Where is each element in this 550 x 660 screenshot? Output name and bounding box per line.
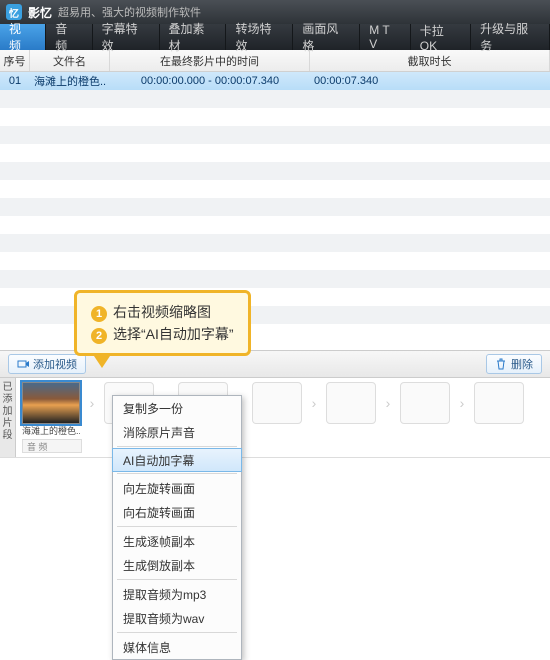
callout-line1: 右击视频缩略图 <box>113 304 211 320</box>
ctx-item-9[interactable]: 媒体信息 <box>113 635 241 659</box>
tab-0[interactable]: 视 频 <box>0 24 46 50</box>
step-badge-1: 1 <box>91 306 107 322</box>
clip-strip-area: 已添加片段 海滩上的橙色..›››››› 音 频 <box>0 378 550 458</box>
delete-label: 删除 <box>511 356 533 372</box>
cell-name: 海滩上的橙色.. <box>30 73 110 89</box>
tab-6[interactable]: M T V <box>360 24 411 50</box>
empty-row <box>0 252 550 270</box>
step-badge-2: 2 <box>91 328 107 344</box>
cell-dur: 00:00:07.340 <box>310 75 550 87</box>
clip-thumb-image[interactable] <box>22 382 80 424</box>
strip: 海滩上的橙色..›››››› 音 频 <box>16 378 550 457</box>
ctx-item-1[interactable]: 消除原片声音 <box>113 420 241 444</box>
clip-thumb[interactable]: 海滩上的橙色.. <box>22 382 80 437</box>
empty-row <box>0 216 550 234</box>
audio-track-label[interactable]: 音 频 <box>22 439 82 453</box>
col-filename: 文件名 <box>30 50 110 71</box>
empty-row <box>0 108 550 126</box>
tab-1[interactable]: 音 频 <box>46 24 92 50</box>
app-logo-icon: 忆 <box>6 4 22 20</box>
clip-thumb-caption: 海滩上的橙色.. <box>22 424 80 437</box>
ctx-item-8[interactable]: 提取音频为wav <box>113 606 241 630</box>
app-name: 影忆 <box>28 4 52 21</box>
ctx-separator <box>117 579 237 580</box>
callout-line2: 选择“AI自动加字幕” <box>113 326 234 342</box>
empty-row <box>0 90 550 108</box>
empty-row <box>0 270 550 288</box>
tutorial-callout: 1 右击视频缩略图 2 选择“AI自动加字幕” <box>74 290 251 368</box>
empty-row <box>0 126 550 144</box>
main-tabbar: 视 频音 频字幕特效叠加素材转场特效画面风格M T V卡拉OK升级与服务 <box>0 24 550 50</box>
col-index: 序号 <box>0 50 30 71</box>
ctx-separator <box>117 446 237 447</box>
col-timerange: 在最终影片中的时间 <box>110 50 310 71</box>
arrow-icon: › <box>84 382 100 424</box>
tab-7[interactable]: 卡拉OK <box>411 24 471 50</box>
tab-5[interactable]: 画面风格 <box>293 24 360 50</box>
empty-row <box>0 180 550 198</box>
context-menu: 复制多一份消除原片声音 AI自动加字幕向左旋转画面向右旋转画面生成逐帧副本生成倒放… <box>112 395 242 660</box>
list-header: 序号 文件名 在最终影片中的时间 截取时长 <box>0 50 550 72</box>
thumbs-row: 海滩上的橙色..›››››› <box>22 382 544 437</box>
tab-8[interactable]: 升级与服务 <box>471 24 550 50</box>
table-row[interactable]: 01海滩上的橙色..00:00:00.000 - 00:00:07.34000:… <box>0 72 550 90</box>
clip-placeholder[interactable] <box>400 382 450 424</box>
add-video-label: 添加视频 <box>33 356 77 372</box>
empty-row <box>0 144 550 162</box>
callout-tail-icon <box>94 356 110 368</box>
arrow-icon: › <box>454 382 470 424</box>
ctx-item-4[interactable]: 向右旋转画面 <box>113 500 241 524</box>
add-icon <box>17 358 29 370</box>
delete-button[interactable]: 删除 <box>486 354 542 374</box>
tab-4[interactable]: 转场特效 <box>226 24 293 50</box>
empty-row <box>0 198 550 216</box>
tab-3[interactable]: 叠加素材 <box>160 24 227 50</box>
ctx-item-2[interactable]: AI自动加字幕 <box>112 448 242 472</box>
clip-placeholder[interactable] <box>326 382 376 424</box>
tab-2[interactable]: 字幕特效 <box>93 24 160 50</box>
ctx-separator <box>117 526 237 527</box>
col-duration: 截取时长 <box>310 50 550 71</box>
cell-idx: 01 <box>0 75 30 87</box>
ctx-item-6[interactable]: 生成倒放副本 <box>113 553 241 577</box>
ctx-item-3[interactable]: 向左旋转画面 <box>113 476 241 500</box>
ctx-item-5[interactable]: 生成逐帧副本 <box>113 529 241 553</box>
strip-label: 已添加片段 <box>0 378 16 457</box>
app-subtitle: 超易用、强大的视频制作软件 <box>58 4 201 20</box>
ctx-item-7[interactable]: 提取音频为mp3 <box>113 582 241 606</box>
empty-row <box>0 234 550 252</box>
trash-icon <box>495 358 507 370</box>
clip-placeholder[interactable] <box>252 382 302 424</box>
ctx-separator <box>117 632 237 633</box>
arrow-icon: › <box>306 382 322 424</box>
clip-placeholder[interactable] <box>474 382 524 424</box>
callout-box: 1 右击视频缩略图 2 选择“AI自动加字幕” <box>74 290 251 356</box>
ctx-item-0[interactable]: 复制多一份 <box>113 396 241 420</box>
arrow-icon: › <box>380 382 396 424</box>
ctx-separator <box>117 473 237 474</box>
empty-row <box>0 162 550 180</box>
cell-range: 00:00:00.000 - 00:00:07.340 <box>110 75 310 87</box>
